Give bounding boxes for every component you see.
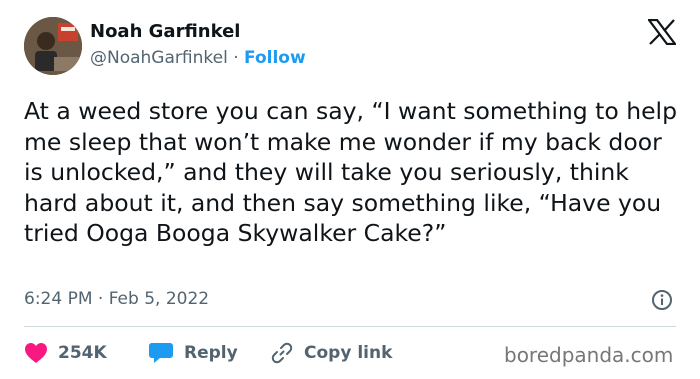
heart-icon	[25, 343, 47, 363]
avatar[interactable]	[24, 17, 82, 75]
follow-button[interactable]: Follow	[244, 48, 306, 68]
reply-button[interactable]: Reply	[148, 340, 238, 366]
tweet-text: At a weed store you can say, “I want som…	[24, 97, 677, 247]
reply-bubble-icon	[149, 343, 173, 363]
x-logo-icon[interactable]	[646, 18, 678, 46]
reply-label: Reply	[184, 343, 238, 363]
copy-link-button[interactable]: Copy link	[270, 340, 392, 366]
watermark: boredpanda.com	[504, 343, 674, 367]
link-icon	[271, 342, 293, 364]
copy-link-label: Copy link	[304, 343, 393, 363]
author-name[interactable]: Noah Garfinkel	[90, 21, 240, 42]
like-button[interactable]: 254K	[24, 340, 107, 366]
separator-dot: ·	[233, 48, 239, 68]
author-handle-line: @NoahGarfinkel · Follow	[90, 48, 306, 68]
tweet-header: Noah Garfinkel @NoahGarfinkel · Follow	[24, 17, 678, 77]
author-handle[interactable]: @NoahGarfinkel	[90, 48, 228, 68]
like-count: 254K	[58, 343, 107, 363]
divider	[24, 326, 676, 327]
info-icon[interactable]	[651, 289, 673, 311]
tweet-timestamp[interactable]: 6:24 PM · Feb 5, 2022	[24, 289, 209, 309]
